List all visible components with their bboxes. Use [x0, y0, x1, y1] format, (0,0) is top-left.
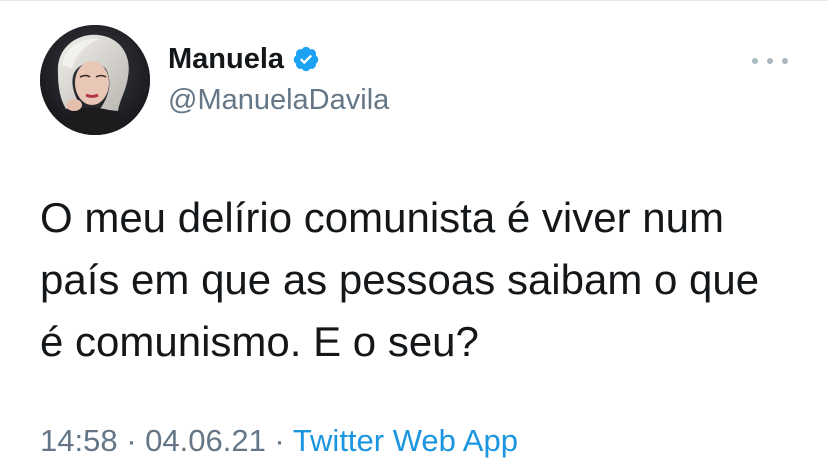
tweet-source-link[interactable]: Twitter Web App: [293, 423, 518, 458]
meta-separator: ·: [265, 423, 293, 458]
tweet-date[interactable]: 04.06.21: [145, 423, 266, 458]
name-row: Manuela: [168, 42, 389, 76]
meta-separator: ·: [117, 423, 146, 458]
more-options-icon[interactable]: [752, 51, 788, 71]
tweet-time[interactable]: 14:58: [40, 423, 118, 458]
tweet-text: O meu delírio comunista é viver num país…: [40, 187, 800, 373]
tweet-meta: 14:58 · 04.06.21 · Twitter Web App: [40, 421, 518, 458]
tweet-card: Manuela @ManuelaDavila O meu delírio com…: [0, 0, 828, 458]
tweet-text-line: país em que as pessoas saibam o que: [40, 256, 760, 303]
tweet-text-line: O meu delírio comunista é viver num: [40, 194, 724, 241]
display-name[interactable]: Manuela: [168, 42, 284, 76]
verified-badge-icon: [292, 45, 320, 73]
avatar-photo: [40, 25, 150, 135]
author-handle[interactable]: @ManuelaDavila: [168, 82, 389, 118]
author-names: Manuela @ManuelaDavila: [168, 25, 389, 135]
avatar[interactable]: [40, 25, 150, 135]
tweet-header: Manuela @ManuelaDavila: [40, 25, 389, 135]
more-dot: [752, 58, 758, 64]
more-dot: [782, 58, 788, 64]
more-dot: [767, 58, 773, 64]
tweet-text-line: é comunismo. E o seu?: [40, 318, 479, 365]
